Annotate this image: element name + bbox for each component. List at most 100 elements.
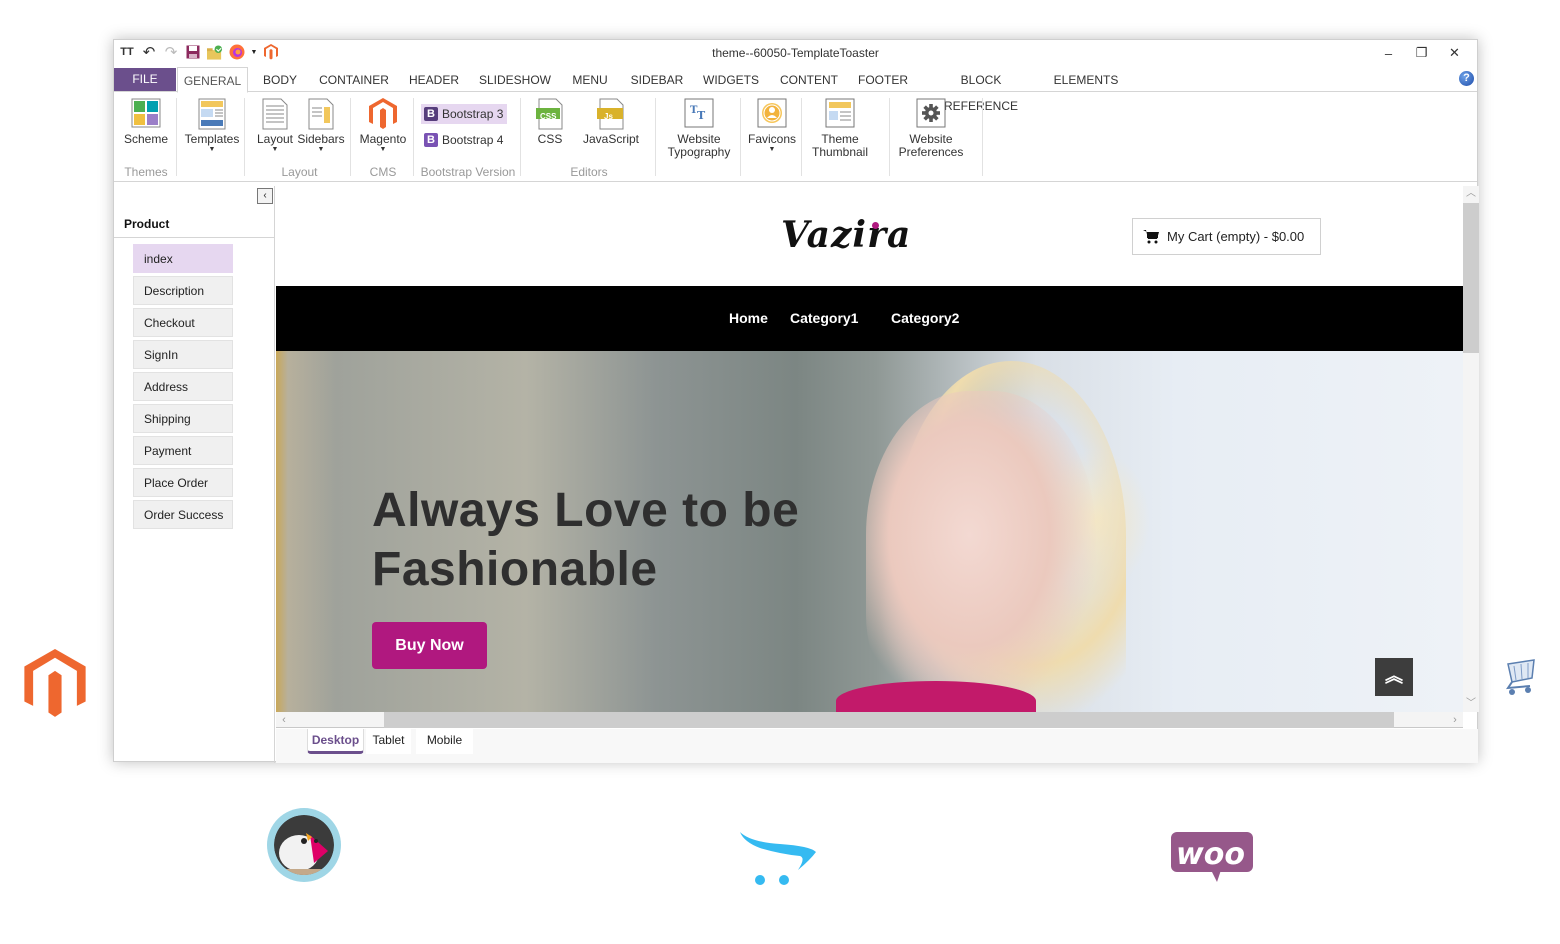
bootstrap-3-button[interactable]: B Bootstrap 3 <box>421 104 508 124</box>
vertical-scroll-thumb[interactable] <box>1463 203 1479 353</box>
cart-label: My Cart (empty) - $0.00 <box>1167 229 1305 244</box>
page-item-description[interactable]: Description <box>133 276 233 305</box>
website-typography-label-2: Typography <box>667 145 731 159</box>
tab-general[interactable]: GENERAL <box>177 67 248 93</box>
tab-elements[interactable]: ELEMENTS <box>1053 67 1119 92</box>
menu-item-home[interactable]: Home <box>729 310 768 326</box>
tab-block-reference[interactable]: BLOCK REFERENCE <box>926 67 1036 113</box>
scroll-down-icon[interactable]: ﹀ <box>1463 696 1479 712</box>
back-to-top-button[interactable]: ︽ <box>1375 658 1413 696</box>
favicons-label: Favicons <box>747 132 797 146</box>
scheme-button[interactable]: Scheme <box>122 98 170 146</box>
menu-item-category2[interactable]: Category2 <box>891 310 959 326</box>
shopping-cart-logo <box>1504 656 1540 703</box>
css-editor-button[interactable]: CSS CSS <box>532 98 568 146</box>
layout-button[interactable]: Layout ▼ <box>254 98 296 154</box>
hero-title: Always Love to be Fashionable <box>372 481 799 599</box>
logo-dot <box>872 222 879 229</box>
tab-header[interactable]: HEADER <box>406 67 462 92</box>
templates-icon <box>197 98 227 130</box>
tab-content[interactable]: CONTENT <box>778 67 840 92</box>
layout-label: Layout <box>256 132 294 146</box>
panel-title: Product <box>124 217 170 231</box>
prestashop-logo <box>266 807 342 888</box>
ribbon-separator <box>740 98 741 176</box>
opencart-logo <box>740 830 818 893</box>
collapse-panel-button[interactable]: ‹ <box>257 188 273 204</box>
page-item-checkout[interactable]: Checkout <box>133 308 233 337</box>
scheme-icon <box>131 98 161 128</box>
scheme-label: Scheme <box>123 132 169 146</box>
page-item-index[interactable]: index <box>133 244 233 273</box>
favicons-button[interactable]: Favicons ▼ <box>746 98 798 154</box>
tab-desktop[interactable]: Desktop <box>307 729 364 754</box>
gear-icon <box>916 98 946 128</box>
css-badge: CSS <box>540 112 557 121</box>
magento-button[interactable]: Magento ▼ <box>356 98 410 154</box>
ribbon-separator <box>982 98 983 176</box>
title-bar: TT ↶ ↷ ▼ theme--60050-TemplateToaster – … <box>114 40 1477 67</box>
page-item-payment[interactable]: Payment <box>133 436 233 465</box>
tab-sidebar[interactable]: SIDEBAR <box>628 67 686 92</box>
hero-title-line-2: Fashionable <box>372 543 658 596</box>
tab-container[interactable]: CONTAINER <box>315 67 393 92</box>
help-icon[interactable]: ? <box>1459 71 1474 86</box>
ribbon-separator <box>350 98 351 176</box>
theme-thumbnail-label-2: Thumbnail <box>811 145 869 159</box>
site-logo-text: Vazira <box>781 214 912 256</box>
website-preferences-label-2: Preferences <box>898 145 964 159</box>
ribbon-separator <box>655 98 656 176</box>
slideshow: Always Love to be Fashionable Buy Now ︽ <box>276 351 1463 712</box>
page-item-place-order[interactable]: Place Order <box>133 468 233 497</box>
minimize-button[interactable]: – <box>1372 43 1405 63</box>
sidebars-button[interactable]: Sidebars ▼ <box>297 98 345 154</box>
chevron-down-icon: ▼ <box>317 146 325 153</box>
page-item-order-success[interactable]: Order Success <box>133 500 233 529</box>
favicon-icon <box>757 98 787 128</box>
group-label-bootstrap-version: Bootstrap Version <box>420 165 516 179</box>
tab-file[interactable]: FILE <box>114 68 176 91</box>
ribbon-separator <box>889 98 890 176</box>
vertical-scrollbar[interactable]: ︿ ﹀ <box>1463 186 1479 712</box>
tab-mobile[interactable]: Mobile <box>416 729 473 754</box>
tab-slideshow[interactable]: SLIDESHOW <box>477 67 553 92</box>
page-item-signin[interactable]: SignIn <box>133 340 233 369</box>
restore-button[interactable]: ❐ <box>1405 43 1438 63</box>
tab-tablet[interactable]: Tablet <box>366 729 411 754</box>
tab-widgets[interactable]: WIDGETS <box>701 67 761 92</box>
scroll-up-icon[interactable]: ︿ <box>1463 186 1479 202</box>
bootstrap-4-button[interactable]: B Bootstrap 4 <box>421 130 507 150</box>
design-preview[interactable]: Vazira My Cart (empty) - $0.00 Home Cate… <box>276 186 1463 712</box>
woocommerce-logo: woo <box>1171 832 1253 887</box>
tab-menu[interactable]: MENU <box>568 67 612 92</box>
main-menu: Home Category1 Category2 <box>276 286 1463 351</box>
page-item-shipping[interactable]: Shipping <box>133 404 233 433</box>
menu-item-category1[interactable]: Category1 <box>790 310 858 326</box>
cart-icon <box>1143 230 1159 244</box>
chevron-down-icon: ▼ <box>271 146 279 153</box>
theme-thumbnail-button[interactable]: Theme Thumbnail <box>807 98 873 159</box>
buy-now-button[interactable]: Buy Now <box>372 622 487 669</box>
templates-button[interactable]: Templates ▼ <box>182 98 242 154</box>
website-typography-button[interactable]: TT Website Typography <box>664 98 734 159</box>
tab-body[interactable]: BODY <box>256 67 304 92</box>
javascript-editor-button[interactable]: Js JavaScript <box>580 98 642 146</box>
horizontal-scroll-thumb[interactable] <box>384 712 1394 728</box>
device-view-tabs: Desktop Tablet Mobile <box>276 729 1478 763</box>
website-preferences-button[interactable]: Website Preferences <box>895 98 967 159</box>
bootstrap-icon: B <box>424 107 438 121</box>
ribbon: Scheme Themes Templates ▼ Layout ▼ Sideb <box>114 92 1477 182</box>
mini-cart[interactable]: My Cart (empty) - $0.00 <box>1132 218 1321 255</box>
site-logo[interactable]: Vazira <box>781 214 911 256</box>
horizontal-scrollbar[interactable]: ‹ › <box>276 712 1463 728</box>
tab-footer[interactable]: FOOTER <box>857 67 909 92</box>
page-item-address[interactable]: Address <box>133 372 233 401</box>
scroll-left-icon[interactable]: ‹ <box>276 712 292 728</box>
page-panel: ‹ Product index Description Checkout Sig… <box>114 186 275 763</box>
close-button[interactable]: ✕ <box>1438 43 1471 63</box>
scroll-right-icon[interactable]: › <box>1447 712 1463 728</box>
window-title: theme--60050-TemplateToaster <box>712 46 879 60</box>
svg-text:T: T <box>697 109 706 122</box>
hero-image-model <box>866 391 1096 711</box>
group-label-themes: Themes <box>124 165 168 179</box>
